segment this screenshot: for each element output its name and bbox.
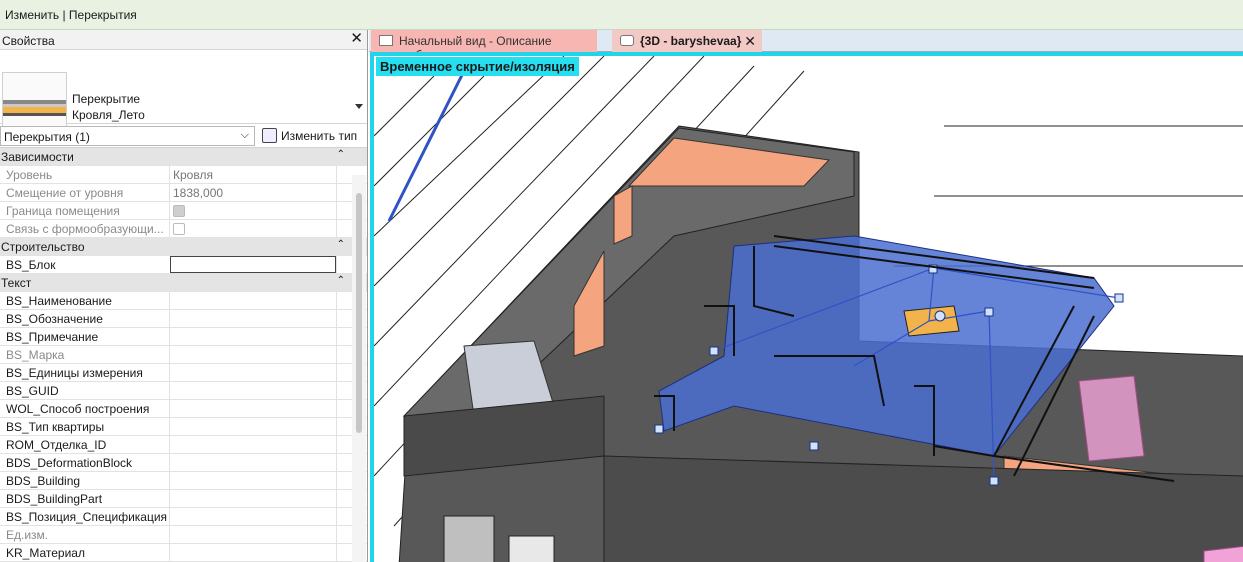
chevron-down-icon[interactable] bbox=[355, 104, 363, 109]
context-title: Изменить | Перекрытия bbox=[5, 8, 137, 22]
3d-viewport[interactable]: Временное скрытие/изоляция bbox=[370, 52, 1243, 562]
table-row: Смещение от уровня 1838,000 bbox=[0, 184, 367, 202]
view-icon bbox=[379, 35, 393, 46]
tab-start-view[interactable]: Начальный вид - Описание шабл... bbox=[371, 30, 597, 62]
filter-row: Перекрытия (1) ⌵ Изменить тип bbox=[0, 124, 367, 148]
table-row[interactable]: BS_Блок bbox=[0, 256, 367, 274]
type-label: Кровля_Лето bbox=[72, 108, 145, 122]
block-input[interactable] bbox=[170, 256, 336, 273]
properties-title: Свойства bbox=[2, 34, 55, 48]
context-bar: Изменить | Перекрытия bbox=[0, 0, 1243, 30]
type-selector[interactable]: Перекрытие Кровля_Лето bbox=[0, 50, 367, 138]
filter-value: Перекрытия (1) bbox=[4, 130, 90, 144]
properties-panel: Свойства ✕ Перекрытие Кровля_Лето Перекр… bbox=[0, 30, 368, 562]
table-row: Граница помещения bbox=[0, 202, 367, 220]
table-row: BS_Марка bbox=[0, 346, 367, 364]
view-tabs: Начальный вид - Описание шабл... {3D - b… bbox=[369, 30, 1243, 62]
edit-type-label: Изменить тип bbox=[281, 129, 358, 143]
table-row: Связь с формообразующи... bbox=[0, 220, 367, 238]
properties-scrollbar[interactable] bbox=[352, 175, 366, 562]
edit-type-button[interactable]: Изменить тип bbox=[261, 127, 357, 145]
type-family: Перекрытие bbox=[72, 92, 141, 106]
table-row[interactable]: BS_GUID bbox=[0, 382, 367, 400]
table-row[interactable]: BS_Единицы измерения bbox=[0, 364, 367, 382]
properties-grid: Зависимости ⌃ Уровень Кровля Смещение от… bbox=[0, 148, 367, 562]
table-row[interactable]: ROM_Отделка_ID bbox=[0, 436, 367, 454]
cube-icon bbox=[620, 35, 634, 46]
table-row: Уровень Кровля bbox=[0, 166, 367, 184]
collapse-icon[interactable]: ⌃ bbox=[337, 149, 345, 160]
collapse-icon[interactable]: ⌃ bbox=[337, 275, 345, 286]
table-row[interactable]: BS_Примечание bbox=[0, 328, 367, 346]
table-row[interactable]: BS_Наименование bbox=[0, 292, 367, 310]
close-icon[interactable]: ✕ bbox=[744, 33, 756, 50]
table-row[interactable]: BDS_BuildingPart bbox=[0, 490, 367, 508]
table-row[interactable]: BS_Обозначение bbox=[0, 310, 367, 328]
mass-link-checkbox bbox=[173, 223, 185, 235]
table-row: Ед.изм. bbox=[0, 526, 367, 544]
tab-3d-view[interactable]: {3D - baryshevaa} ✕ bbox=[612, 30, 762, 52]
chevron-down-icon: ⌵ bbox=[240, 129, 249, 141]
properties-header: Свойства ✕ bbox=[0, 30, 367, 50]
collapse-icon[interactable]: ⌃ bbox=[337, 239, 345, 250]
table-row[interactable]: WOL_Способ построения bbox=[0, 400, 367, 418]
temporary-hide-isolate-banner: Временное скрытие/изоляция bbox=[376, 57, 579, 76]
close-icon[interactable]: ✕ bbox=[350, 31, 363, 47]
table-row[interactable]: BS_Позиция_Спецификация bbox=[0, 508, 367, 526]
table-row[interactable]: KR_Материал bbox=[0, 544, 367, 562]
instance-filter-select[interactable]: Перекрытия (1) ⌵ bbox=[0, 126, 255, 146]
table-row[interactable]: BDS_DeformationBlock bbox=[0, 454, 367, 472]
edit-type-icon bbox=[262, 128, 277, 143]
group-header[interactable]: Зависимости ⌃ bbox=[0, 148, 367, 166]
building-3d-model[interactable] bbox=[374, 56, 1243, 562]
table-row[interactable]: BS_Тип квартиры bbox=[0, 418, 367, 436]
group-header[interactable]: Строительство ⌃ bbox=[0, 238, 367, 256]
group-header[interactable]: Текст ⌃ bbox=[0, 274, 367, 292]
table-row[interactable]: BDS_Building bbox=[0, 472, 367, 490]
room-bounding-checkbox bbox=[173, 205, 185, 217]
type-name: Перекрытие Кровля_Лето bbox=[72, 91, 145, 123]
